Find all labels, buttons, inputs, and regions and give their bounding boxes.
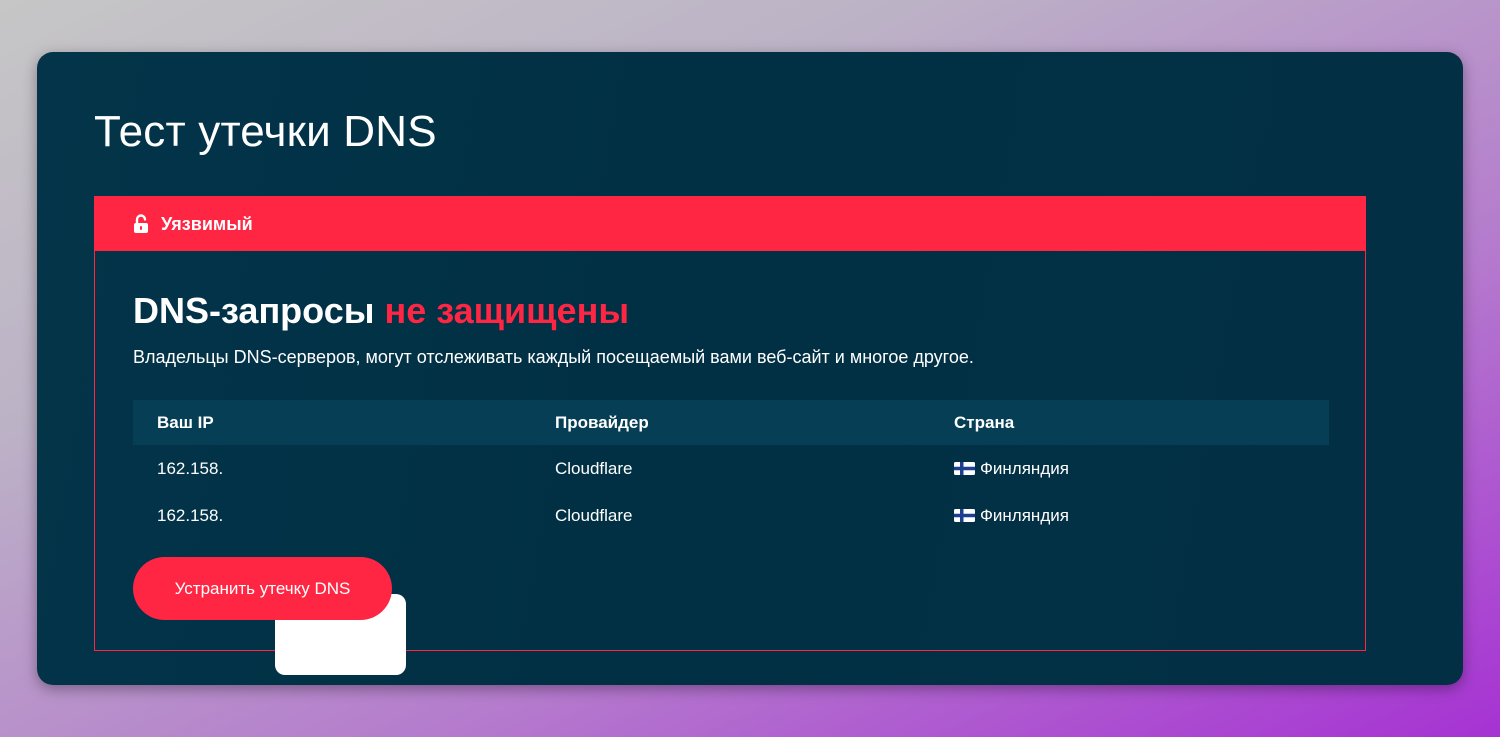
unlock-icon xyxy=(134,214,148,233)
description: Владельцы DNS-серверов, могут отслеживат… xyxy=(133,347,974,367)
headline-prefix: DNS-запросы xyxy=(133,290,385,331)
country-name: Финляндия xyxy=(980,505,1069,525)
column-header-country: Страна xyxy=(954,412,1015,432)
finland-flag-icon xyxy=(954,462,975,475)
headline-highlight: не защищены xyxy=(384,290,630,331)
provider-cell: Cloudflare xyxy=(555,505,633,525)
status-label: Уязвимый xyxy=(161,213,253,234)
headline: DNS-запросы не защищены xyxy=(133,289,629,333)
country-cell: Финляндия xyxy=(930,459,1329,479)
finland-flag-icon xyxy=(954,509,975,522)
page-title: Тест утечки DNS xyxy=(94,107,437,156)
column-header-provider: Провайдер xyxy=(555,412,649,432)
dns-servers-table: Ваш IP Провайдер Страна 162.158. Cloudfl… xyxy=(133,400,1329,539)
dns-leak-test-card: Тест утечки DNS Уязвимый DNS-запросы не … xyxy=(37,52,1463,685)
country-cell: Финляндия xyxy=(930,506,1329,526)
table-row: 162.158. Cloudflare Финляндия xyxy=(133,445,1329,492)
country-name: Финляндия xyxy=(980,458,1069,478)
status-banner: Уязвимый xyxy=(95,197,1365,251)
result-panel: Уязвимый DNS-запросы не защищены Владель… xyxy=(94,196,1366,675)
table-row: 162.158. Cloudflare Финляндия xyxy=(133,492,1329,539)
column-header-ip: Ваш IP xyxy=(157,412,214,432)
ip-cell: 162.158. xyxy=(157,505,224,525)
fix-dns-leak-button[interactable]: Устранить утечку DNS xyxy=(133,557,392,620)
table-header: Ваш IP Провайдер Страна xyxy=(133,400,1329,445)
ip-cell: 162.158. xyxy=(157,458,224,478)
provider-cell: Cloudflare xyxy=(555,458,633,478)
